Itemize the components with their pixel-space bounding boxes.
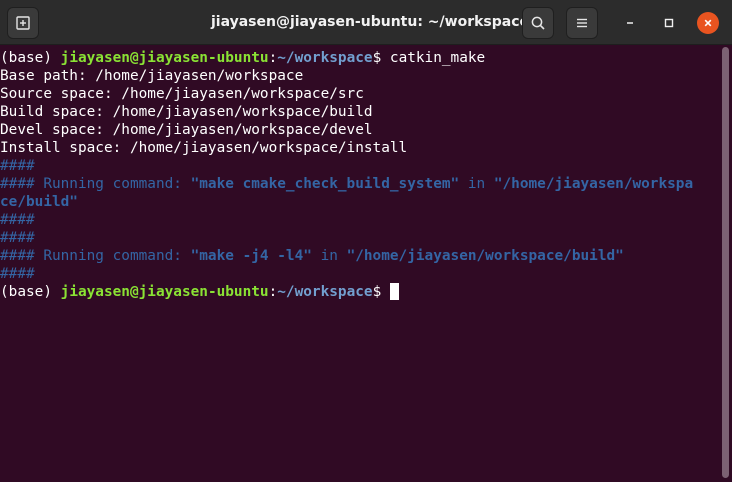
- new-tab-icon: [16, 16, 30, 30]
- terminal-window: jiayasen@jiayasen-ubuntu: ~/workspace (b…: [0, 0, 732, 482]
- prompt-symbol: $: [372, 284, 390, 300]
- close-icon: [704, 19, 712, 27]
- typed-command: catkin_make: [389, 50, 486, 66]
- running-command: "make cmake_check_build_system": [190, 176, 460, 192]
- title-bar: jiayasen@jiayasen-ubuntu: ~/workspace: [0, 0, 732, 45]
- scrollbar[interactable]: [722, 47, 729, 478]
- prompt-symbol: $: [372, 50, 390, 66]
- running-in: in: [311, 248, 347, 264]
- running-dir: "/home/jiayasen/workspace/build": [346, 248, 624, 264]
- prompt-line: (base) jiayasen@jiayasen-ubuntu:~/worksp…: [0, 49, 720, 67]
- running-prefix: #### Running command:: [0, 248, 191, 264]
- maximize-icon: [664, 18, 674, 28]
- hash-line: ####: [0, 158, 35, 174]
- window-title: jiayasen@jiayasen-ubuntu: ~/workspace: [210, 14, 530, 30]
- prompt-user-host: jiayasen@jiayasen-ubuntu: [60, 284, 269, 300]
- conda-env: (base): [0, 284, 61, 300]
- conda-env: (base): [0, 50, 61, 66]
- output-line: Devel space: /home/jiayasen/workspace/de…: [0, 122, 373, 138]
- close-button[interactable]: [697, 12, 719, 34]
- running-in: in: [459, 176, 494, 192]
- prompt-line: (base) jiayasen@jiayasen-ubuntu:~/worksp…: [0, 283, 720, 301]
- search-icon: [531, 16, 545, 30]
- text-cursor: [389, 283, 399, 300]
- prompt-path: ~/workspace: [277, 50, 373, 66]
- prompt-user-host: jiayasen@jiayasen-ubuntu: [60, 50, 269, 66]
- output-line: Source space: /home/jiayasen/workspace/s…: [0, 86, 364, 102]
- maximize-button[interactable]: [658, 12, 680, 34]
- output-line: Build space: /home/jiayasen/workspace/bu…: [0, 104, 373, 120]
- menu-button[interactable]: [566, 7, 598, 39]
- prompt-colon: :: [268, 284, 278, 300]
- hamburger-menu-icon: [577, 18, 587, 28]
- running-dir: "/home/jiayasen/workspa: [493, 176, 694, 192]
- running-command: "make -j4 -l4": [190, 248, 312, 264]
- running-prefix: #### Running command:: [0, 176, 191, 192]
- running-command-line: #### Running command: "make cmake_check_…: [0, 175, 720, 193]
- output-line: Base path: /home/jiayasen/workspace: [0, 68, 304, 84]
- minimize-button[interactable]: [619, 12, 641, 34]
- prompt-colon: :: [268, 50, 278, 66]
- hash-line: ####: [0, 212, 35, 228]
- output-line: Install space: /home/jiayasen/workspace/…: [0, 140, 408, 156]
- hash-line: ####: [0, 266, 35, 282]
- running-command-line: #### Running command: "make -j4 -l4" in …: [0, 247, 720, 265]
- prompt-path: ~/workspace: [277, 284, 373, 300]
- hash-line: ####: [0, 230, 35, 246]
- terminal-output[interactable]: (base) jiayasen@jiayasen-ubuntu:~/worksp…: [0, 45, 720, 482]
- search-button[interactable]: [522, 7, 554, 39]
- new-tab-button[interactable]: [7, 7, 39, 39]
- minimize-icon: [627, 22, 633, 24]
- running-dir-wrap: ce/build": [0, 194, 78, 210]
